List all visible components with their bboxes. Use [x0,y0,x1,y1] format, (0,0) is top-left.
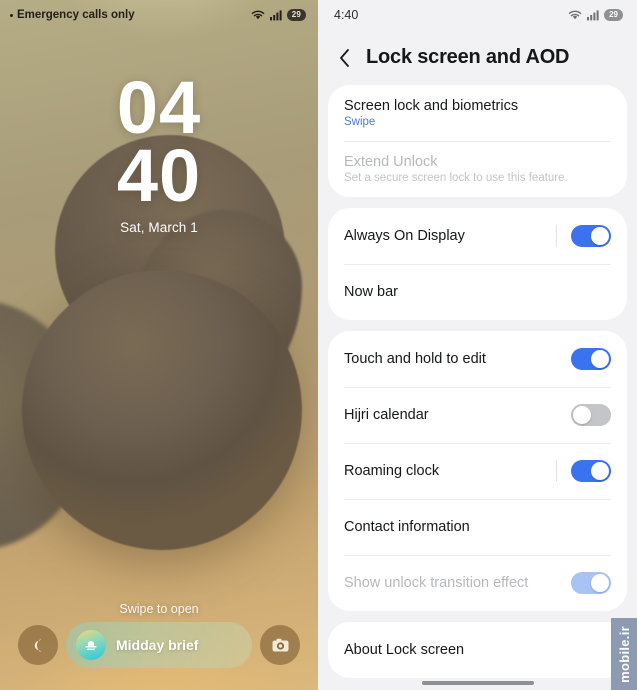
toggle-knob [591,350,609,368]
carrier-dot-icon [10,13,13,17]
carrier-status: Emergency calls only [10,9,135,21]
settings-card-about: About Lock screen [328,622,627,678]
toggle-knob [591,462,609,480]
chevron-left-icon [339,48,349,67]
swipe-to-open-hint: Swipe to open [119,602,199,616]
setting-row-extend-unlock[interactable]: Extend Unlock Set a secure screen lock t… [328,141,627,197]
carrier-label: Emergency calls only [17,9,135,21]
status-time: 4:40 [334,8,359,22]
nav-home-pill[interactable] [421,681,534,685]
midday-brief-card[interactable]: Midday brief [66,622,252,668]
setting-row-hijri-calendar[interactable]: Hijri calendar [328,387,627,443]
lock-clock: 04 40 Sat, March 1 [0,66,318,236]
settings-card-lock: Screen lock and biometrics Swipe Extend … [328,85,627,197]
lock-status-bar: Emergency calls only 29 [0,0,318,30]
sunrise-glyph-icon [85,641,97,650]
row-vertical-divider [556,460,557,482]
settings-card-display: Always On Display Now bar [328,208,627,320]
setting-row-show-unlock-transition-effect[interactable]: Show unlock transition effect [328,555,627,611]
setting-row-touch-and-hold-to-edit[interactable]: Touch and hold to edit [328,331,627,387]
settings-status-bar: 4:40 29 [318,0,637,30]
setting-row-screen-lock[interactable]: Screen lock and biometrics Swipe [328,85,627,141]
toggle-knob [573,406,591,424]
settings-header: Lock screen and AOD [318,30,637,85]
lock-screen-panel[interactable]: Emergency calls only 29 04 40 Sat, March… [0,0,318,690]
settings-panel[interactable]: 4:40 29 Lock screen and AOD Screen lock … [318,0,637,690]
clock-hours: 04 [116,66,202,149]
phone-shortcut-button[interactable] [18,625,58,665]
setting-title: Extend Unlock [344,154,438,170]
toggle-show-unlock-transition-effect[interactable] [571,572,611,594]
setting-row-now-bar[interactable]: Now bar [328,264,627,320]
setting-row-about-lock-screen[interactable]: About Lock screen [328,622,627,678]
phone-icon [34,638,42,652]
watermark-label: mobile.ir [616,625,632,683]
toggle-hijri-calendar[interactable] [571,404,611,426]
setting-title: About Lock screen [344,642,465,658]
toggle-knob [591,227,609,245]
setting-title: Always On Display [344,228,465,244]
gesture-nav-bar[interactable] [318,676,637,690]
toggle-touch-and-hold-to-edit[interactable] [571,348,611,370]
signal-bars-icon [587,10,599,21]
page-title: Lock screen and AOD [366,46,570,68]
screenshot-root: Emergency calls only 29 04 40 Sat, March… [0,0,637,690]
toggle-knob [591,574,609,592]
battery-indicator: 29 [604,9,623,21]
toggle-always-on-display[interactable] [571,225,611,247]
wifi-icon [251,10,264,20]
setting-title: Show unlock transition effect [344,575,529,591]
midday-brief-label: Midday brief [116,637,199,653]
settings-status-icons: 29 [568,9,623,21]
lock-status-icons: 29 [251,9,306,21]
setting-subtitle: Swipe [344,116,376,128]
camera-shortcut-button[interactable] [260,625,300,665]
sunrise-weather-icon [76,630,106,660]
clock-minutes: 40 [116,134,202,218]
setting-subtitle: Set a secure screen lock to use this fea… [344,172,568,184]
setting-title: Now bar [344,284,398,300]
settings-card-options: Touch and hold to edit Hijri calendar Ro… [328,331,627,611]
setting-row-contact-information[interactable]: Contact information [328,499,627,555]
setting-title: Contact information [344,519,470,535]
setting-title: Roaming clock [344,463,440,479]
battery-indicator: 29 [286,9,306,21]
toggle-roaming-clock[interactable] [571,460,611,482]
setting-row-always-on-display[interactable]: Always On Display [328,208,627,264]
row-vertical-divider [556,225,557,247]
clock-date: Sat, March 1 [120,220,198,236]
signal-bars-icon [269,10,282,21]
wifi-icon [568,10,582,20]
setting-title: Touch and hold to edit [344,351,486,367]
setting-row-roaming-clock[interactable]: Roaming clock [328,443,627,499]
camera-icon [272,638,288,651]
setting-title: Screen lock and biometrics [344,98,519,114]
back-button[interactable] [334,48,354,68]
setting-title: Hijri calendar [344,407,429,423]
lock-dock: Midday brief [0,622,318,668]
